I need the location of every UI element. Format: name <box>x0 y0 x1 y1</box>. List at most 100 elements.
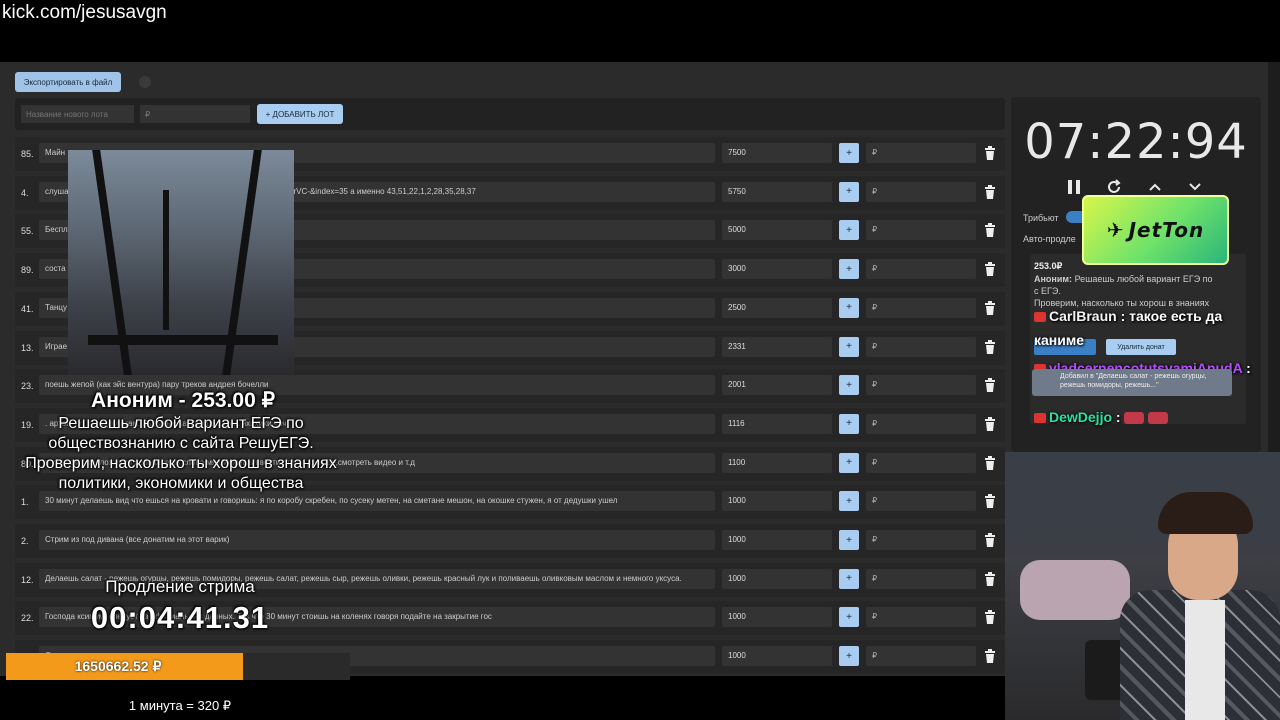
lot-row: 2. Стрим из под дивана (все донатим на эт… <box>15 524 1005 558</box>
lot-price-input[interactable] <box>140 105 250 123</box>
lot-add-amount-input[interactable]: ₽ <box>866 375 976 396</box>
jetton-logo-icon: ✈ <box>1106 218 1125 242</box>
webcam-microphone <box>1085 640 1125 700</box>
trash-icon[interactable] <box>984 222 996 238</box>
trash-icon[interactable] <box>984 571 996 587</box>
trash-icon[interactable] <box>984 184 996 200</box>
lot-add-button[interactable]: + <box>839 568 859 589</box>
trash-icon[interactable] <box>984 532 996 548</box>
chat-username[interactable]: DewDejjo <box>1049 409 1112 425</box>
lot-amount-field[interactable]: 2001 <box>722 375 832 396</box>
add-lot-button[interactable]: + ДОБАВИТЬ ЛОТ <box>257 104 343 124</box>
chat-text: : <box>1115 409 1121 425</box>
trash-icon[interactable] <box>984 145 996 161</box>
trash-icon[interactable] <box>984 261 996 277</box>
alert-title: Аноним - 253.00 ₽ <box>91 389 275 412</box>
chevron-down-icon[interactable] <box>1186 178 1204 196</box>
lot-add-button[interactable]: + <box>839 375 859 396</box>
lot-add-button[interactable]: + <box>839 607 859 628</box>
rate-text: 1 минута = 320 ₽ <box>128 698 232 713</box>
channel-url: kick.com/jesusavgn <box>2 2 167 23</box>
lot-amount-field[interactable]: 1000 <box>722 491 832 512</box>
trash-icon[interactable] <box>984 648 996 664</box>
lot-add-amount-input[interactable]: ₽ <box>866 143 976 163</box>
lot-add-button[interactable]: + <box>839 530 859 550</box>
lot-name-field[interactable]: 30 минут делаешь вид что ешься на кроват… <box>39 491 715 512</box>
chat-text: : <box>1246 360 1251 376</box>
lot-add-button[interactable]: + <box>839 297 859 318</box>
lot-index: 12. <box>21 574 34 585</box>
lot-amount-field[interactable]: 3000 <box>722 259 832 280</box>
lot-add-amount-input[interactable]: ₽ <box>866 220 976 241</box>
extension-timer: 00:04:41.31 <box>90 600 270 635</box>
lot-name-field[interactable]: Стрим из под дивана (все донатим на этот… <box>39 530 715 550</box>
lot-index: 55. <box>21 226 34 237</box>
chat-lot-card: Добавил в "Делаешь салат - режешь огурцы… <box>1032 369 1232 396</box>
donation-author: Аноним: <box>1034 274 1073 284</box>
lot-add-button[interactable]: + <box>839 413 859 434</box>
lot-amount-field[interactable]: 5000 <box>722 220 832 241</box>
donation-text: Аноним: Решаешь любой вариант ЕГЭ по с Е… <box>1034 273 1234 309</box>
alert-image <box>68 150 294 375</box>
lot-add-amount-input[interactable]: ₽ <box>866 259 976 280</box>
export-button[interactable]: Экспортировать в файл <box>15 72 121 92</box>
lot-add-amount-input[interactable]: ₽ <box>866 646 976 667</box>
lot-add-amount-input[interactable]: ₽ <box>866 530 976 550</box>
lot-add-amount-input[interactable]: ₽ <box>866 181 976 202</box>
lot-index: 1. <box>21 497 29 508</box>
lot-name-input[interactable] <box>21 105 134 123</box>
lot-add-button[interactable]: + <box>839 646 859 667</box>
chat-message: DewDejjo : <box>1034 409 1169 425</box>
lot-add-button[interactable]: + <box>839 143 859 163</box>
lot-add-button[interactable]: + <box>839 220 859 241</box>
chat-username[interactable]: CarlBraun <box>1049 308 1117 324</box>
lot-amount-field[interactable]: 2500 <box>722 297 832 318</box>
lot-add-amount-input[interactable]: ₽ <box>866 413 976 434</box>
lot-index: 41. <box>21 303 34 314</box>
trash-icon[interactable] <box>984 339 996 355</box>
lot-add-amount-input[interactable]: ₽ <box>866 452 976 473</box>
lot-add-amount-input[interactable]: ₽ <box>866 568 976 589</box>
alert-message: Решаешь любой вариант ЕГЭ по обществозна… <box>25 415 337 492</box>
trash-icon[interactable] <box>984 300 996 316</box>
pause-icon[interactable] <box>1065 178 1083 196</box>
donation-message-line3: Проверим, насколько ты хорош в знаниях <box>1034 298 1210 308</box>
lot-amount-field[interactable]: 5750 <box>722 181 832 202</box>
lot-amount-field[interactable]: 1100 <box>722 452 832 473</box>
goal-total: 1650662.52 ₽ <box>74 658 162 674</box>
extension-label: Продление стрима <box>105 577 255 596</box>
lot-amount-field[interactable]: 1000 <box>722 530 832 550</box>
lot-add-button[interactable]: + <box>839 259 859 280</box>
chevron-up-icon[interactable] <box>1146 178 1164 196</box>
lot-amount-field[interactable]: 1000 <box>722 607 832 628</box>
tribute-label: Трибьют <box>1023 213 1059 223</box>
lot-add-button[interactable]: + <box>839 181 859 202</box>
lot-index: 2. <box>21 536 29 546</box>
trash-icon[interactable] <box>984 455 996 471</box>
lot-amount-field[interactable]: 2331 <box>722 336 832 357</box>
donation-message: Решаешь любой вариант ЕГЭ по <box>1074 274 1213 284</box>
trash-icon[interactable] <box>984 609 996 625</box>
webcam-streamer-hair <box>1158 492 1253 534</box>
lot-amount-field[interactable]: 1116 <box>722 413 832 434</box>
lot-add-button[interactable]: + <box>839 452 859 473</box>
lot-amount-field[interactable]: 1000 <box>722 646 832 667</box>
lot-add-amount-input[interactable]: ₽ <box>866 336 976 357</box>
trash-icon[interactable] <box>984 416 996 432</box>
trash-icon[interactable] <box>984 493 996 509</box>
reset-icon[interactable] <box>1105 178 1123 196</box>
sponsor-name: JetTon <box>1128 218 1205 242</box>
lot-add-amount-input[interactable]: ₽ <box>866 607 976 628</box>
trash-icon[interactable] <box>984 377 996 393</box>
export-toggle[interactable] <box>139 76 151 88</box>
donation-amount: 253.0₽ <box>1034 261 1063 271</box>
webcam-streamer-undershirt <box>1185 600 1225 720</box>
lot-add-amount-input[interactable]: ₽ <box>866 297 976 318</box>
lot-add-button[interactable]: + <box>839 491 859 512</box>
lot-add-button[interactable]: + <box>839 336 859 357</box>
lot-amount-field[interactable]: 7500 <box>722 143 832 163</box>
lot-add-amount-input[interactable]: ₽ <box>866 491 976 512</box>
lot-index: 4. <box>21 187 29 198</box>
delete-donation-button[interactable]: Удалить донат <box>1106 339 1176 355</box>
lot-amount-field[interactable]: 1000 <box>722 568 832 589</box>
